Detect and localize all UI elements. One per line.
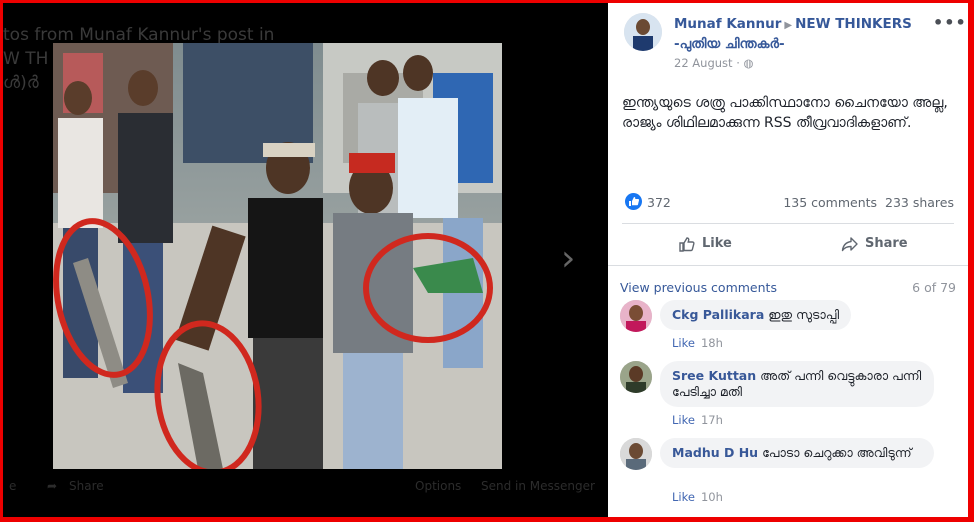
commenter-avatar[interactable] xyxy=(620,438,652,470)
view-previous-comments-link[interactable]: View previous comments xyxy=(620,280,777,295)
comment-item: Sree Kuttan അത് പന്നി വെട്ടുകാരാ പന്നി പേ… xyxy=(620,361,950,427)
post-photo[interactable] xyxy=(53,43,502,469)
comment-meta: Like 18h xyxy=(672,336,723,350)
comment-author[interactable]: Sree Kuttan xyxy=(672,368,756,383)
thumbs-up-icon xyxy=(679,237,695,252)
share-button-label: Share xyxy=(865,236,908,251)
author-name[interactable]: Munaf Kannur xyxy=(674,16,781,32)
comment-meta: Like 17h xyxy=(672,413,723,427)
globe-icon: ◍ xyxy=(743,56,754,70)
share-arrow-icon xyxy=(841,237,858,252)
divider xyxy=(622,223,954,224)
author-avatar[interactable] xyxy=(624,13,662,51)
comment-author[interactable]: Ckg Pallikara xyxy=(672,307,764,322)
comments-shares-count: 135 comments 233 shares xyxy=(783,195,954,210)
comment-time[interactable]: 18h xyxy=(701,336,723,350)
comment-bubble: Madhu D Hu പോടാ ചെറുക്കാ അവിടുന്ന് xyxy=(660,438,934,468)
comment-item: Ckg Pallikara ഇതു സുടാപ്പി Like 18h xyxy=(620,300,950,350)
comment-text: ഇതു സുടാപ്പി xyxy=(768,307,840,322)
comment-meta: Like 10h xyxy=(672,490,723,504)
comment-like-link[interactable]: Like xyxy=(672,336,695,350)
comments-count[interactable]: 135 comments xyxy=(783,195,877,210)
commenter-avatar[interactable] xyxy=(620,361,652,393)
like-button-label: Like xyxy=(702,236,732,251)
comment-author[interactable]: Madhu D Hu xyxy=(672,445,758,460)
reaction-count[interactable]: 372 xyxy=(647,195,671,210)
screenshot-frame: tos from Munaf Kannur's post in W TH ൾ)ർ xyxy=(3,3,968,517)
comment-bubble: Sree Kuttan അത് പന്നി വെട്ടുകാരാ പന്നി പേ… xyxy=(660,361,934,407)
comment-time[interactable]: 10h xyxy=(701,490,723,504)
shares-count[interactable]: 233 shares xyxy=(885,195,954,210)
ghost-send-text[interactable]: Send in Messenger xyxy=(481,479,595,493)
divider xyxy=(608,265,968,266)
comment-text: പോടാ ചെറുക്കാ അവിടുന്ന് xyxy=(762,445,912,460)
viewer-action-bar-ghost: e ➦ Share Options Send in Messenger xyxy=(3,473,608,503)
comment-bubble: Ckg Pallikara ഇതു സുടാപ്പി xyxy=(660,300,852,330)
engagement-counts: 372 135 comments 233 shares xyxy=(622,193,954,213)
comment-item: Madhu D Hu പോടാ ചെറുക്കാ അവിടുന്ന് Like 10… xyxy=(620,438,950,504)
next-photo-chevron-icon[interactable]: › xyxy=(561,241,575,277)
comment-like-link[interactable]: Like xyxy=(672,490,695,504)
comment-time[interactable]: 17h xyxy=(701,413,723,427)
post-panel: Munaf Kannur ▶ NEW THINKERS -പുതിയ ചിന്തകർ… xyxy=(608,3,968,517)
ghost-share-icon[interactable]: ➦ xyxy=(47,479,57,493)
post-date[interactable]: 22 August xyxy=(674,56,733,70)
ghost-like-text[interactable]: e xyxy=(9,479,16,493)
comments-position: 6 of 79 xyxy=(912,280,956,295)
triangle-right-icon: ▶ xyxy=(784,20,793,31)
more-options-icon[interactable]: ••• xyxy=(933,13,967,32)
ghost-options-text[interactable]: Options xyxy=(415,479,461,493)
comment-like-link[interactable]: Like xyxy=(672,413,695,427)
post-text: ഇന്ത്യയുടെ ശത്രു പാക്കിസ്ഥാനോ ചൈനയോ അല്ല… xyxy=(622,95,948,131)
photo-illustration xyxy=(53,43,502,469)
like-reaction-icon xyxy=(625,193,642,210)
photo-viewer: tos from Munaf Kannur's post in W TH ൾ)ർ xyxy=(3,3,608,517)
commenter-avatar[interactable] xyxy=(620,300,652,332)
post-header: Munaf Kannur ▶ NEW THINKERS -പുതിയ ചിന്തകർ… xyxy=(674,15,924,54)
post-meta: 22 August · ◍ xyxy=(674,56,754,70)
ghost-share-text[interactable]: Share xyxy=(69,479,104,493)
